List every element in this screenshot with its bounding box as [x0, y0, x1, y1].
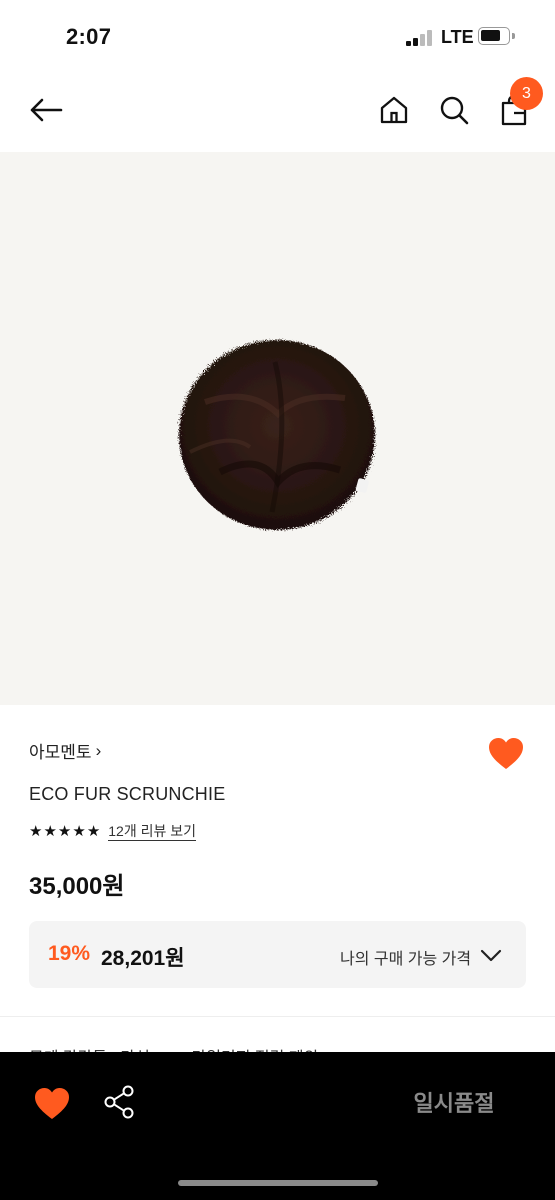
- nav-bar: [0, 70, 555, 150]
- my-price-label: 나의 구매 가능 가격: [340, 951, 472, 968]
- share-button[interactable]: [100, 1082, 140, 1122]
- soldout-button[interactable]: 일시품절: [380, 1082, 528, 1122]
- product-image[interactable]: [0, 152, 555, 705]
- my-price-dropdown[interactable]: 19% 28,201원 나의 구매 가능 가격: [29, 921, 526, 988]
- status-bar: 2:07 LTE: [0, 0, 555, 70]
- heart-icon: [35, 1088, 69, 1119]
- home-icon: [380, 96, 408, 124]
- discount-rate: 19%: [48, 942, 91, 965]
- section-divider: [0, 1016, 555, 1017]
- back-button[interactable]: [26, 90, 66, 130]
- bottom-action-bar: 일시품절: [0, 1052, 555, 1200]
- status-time: 2:07: [66, 24, 112, 49]
- heart-icon: [489, 738, 523, 769]
- battery-icon: [478, 27, 510, 45]
- rating-stars: ★ ★ ★ ★ ★: [29, 823, 100, 841]
- cart-count-badge: 3: [510, 77, 543, 110]
- chevron-down-icon: [480, 949, 502, 962]
- star-icon: ★: [43, 822, 57, 840]
- wishlist-button[interactable]: [486, 734, 526, 774]
- bottom-wishlist-button[interactable]: [32, 1084, 72, 1124]
- product-name: ECO FUR SCRUNCHIE: [29, 784, 226, 804]
- arrow-left-icon: [30, 98, 63, 122]
- home-button[interactable]: [374, 90, 414, 130]
- share-icon: [104, 1085, 134, 1119]
- star-icon: ★: [86, 822, 101, 840]
- review-link[interactable]: 12개 리뷰 보기: [108, 822, 197, 841]
- signal-icon: [406, 30, 434, 46]
- star-icon: ★: [72, 822, 86, 840]
- network-type: LTE: [441, 27, 474, 47]
- brand-link[interactable]: 아모멘토 ›: [29, 738, 101, 763]
- star-icon: ★: [57, 822, 72, 840]
- star-icon: ★: [29, 822, 43, 840]
- home-indicator: [178, 1180, 378, 1186]
- battery-tip: [512, 33, 515, 39]
- brand-name: 아모멘토: [29, 743, 92, 762]
- chevron-right-icon: ›: [95, 740, 102, 760]
- product-price: 35,000원: [29, 873, 125, 900]
- rating-row: ★ ★ ★ ★ ★ 12개 리뷰 보기: [29, 822, 197, 841]
- search-icon: [440, 96, 469, 125]
- scrunchie-image: [179, 340, 375, 530]
- discounted-price: 28,201원: [101, 947, 185, 970]
- search-button[interactable]: [434, 90, 474, 130]
